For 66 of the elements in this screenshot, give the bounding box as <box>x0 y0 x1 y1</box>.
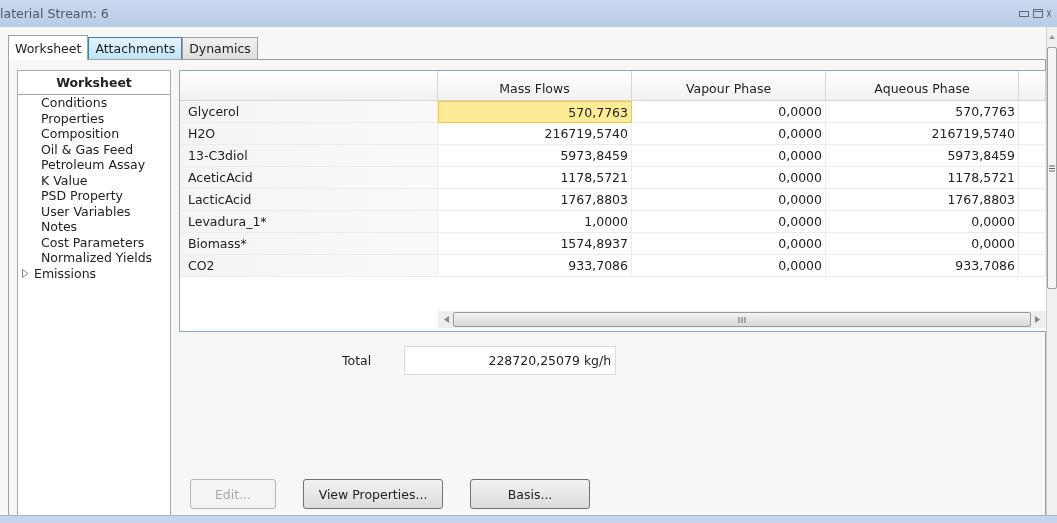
maximize-icon[interactable] <box>1033 9 1043 18</box>
tab[interactable]: Worksheet <box>8 35 89 60</box>
table-cell[interactable]: 1767,8803 <box>826 189 1019 211</box>
sidebar-item[interactable]: Cost Parameters <box>18 234 170 250</box>
row-header: AceticAcid <box>180 167 438 189</box>
table-cell[interactable]: 0,0000 <box>632 167 826 189</box>
table-cell[interactable]: 570,7763 <box>438 101 632 123</box>
minimize-icon[interactable] <box>1019 10 1029 17</box>
table-cell[interactable]: 5973,8459 <box>826 145 1019 167</box>
table-cell[interactable]: 0,0000 <box>632 255 826 277</box>
row-header: CO2 <box>180 255 438 277</box>
row-header: Levadura_1* <box>180 211 438 233</box>
tab[interactable]: Dynamics <box>182 37 258 59</box>
table-cell[interactable]: 0,0000 <box>632 211 826 233</box>
table-cell[interactable]: 0,0000 <box>632 233 826 255</box>
table-cell[interactable]: 933,7086 <box>438 255 632 277</box>
row-header: 13-C3diol <box>180 145 438 167</box>
row-header: Glycerol <box>180 101 438 123</box>
row-header: Biomass* <box>180 233 438 255</box>
table-cell[interactable]: 0,0000 <box>632 145 826 167</box>
table-cell[interactable]: 0,0000 <box>632 101 826 123</box>
sidebar-item[interactable]: Conditions <box>18 95 170 111</box>
table-cell[interactable]: 0,0000 <box>632 189 826 211</box>
table-cell[interactable]: 216719,5740 <box>826 123 1019 145</box>
expand-icon[interactable] <box>22 268 29 278</box>
sidebar-item[interactable]: Properties <box>18 110 170 126</box>
sidebar-item[interactable]: Normalized Yields <box>18 250 170 266</box>
sidebar-item[interactable]: Petroleum Assay <box>18 157 170 173</box>
table-cell[interactable]: 1178,5721 <box>826 167 1019 189</box>
table-cell[interactable]: 1,0000 <box>438 211 632 233</box>
scroll-up-icon[interactable] <box>1049 35 1055 39</box>
table-cell[interactable]: 216719,5740 <box>438 123 632 145</box>
horizontal-scrollbar[interactable] <box>438 311 1046 328</box>
table-cell[interactable]: 0,0000 <box>826 233 1019 255</box>
row-header: LacticAcid <box>180 189 438 211</box>
sidebar-item[interactable]: K Value <box>18 172 170 188</box>
action-button[interactable]: Basis... <box>470 479 590 509</box>
scroll-left-icon[interactable] <box>444 316 449 323</box>
table-cell[interactable]: 570,7763 <box>826 101 1019 123</box>
sidebar-item[interactable]: Notes <box>18 219 170 235</box>
sidebar-item[interactable]: PSD Property <box>18 188 170 204</box>
grip-icon <box>1049 164 1055 172</box>
scroll-right-icon[interactable] <box>1035 316 1040 323</box>
table-cell[interactable]: 0,0000 <box>826 211 1019 233</box>
vertical-scrollbar[interactable] <box>1046 27 1057 515</box>
close-icon[interactable] <box>1047 9 1051 18</box>
column-header[interactable]: Vapour Phase <box>632 71 826 101</box>
table-cell[interactable]: 1767,8803 <box>438 189 632 211</box>
sidebar-item[interactable]: Composition <box>18 126 170 142</box>
row-header: H2O <box>180 123 438 145</box>
sidebar-item[interactable]: Emissions <box>34 265 97 281</box>
total-field[interactable]: 228720,25079 kg/h <box>404 346 617 375</box>
column-header[interactable]: Aqueous Phase <box>826 71 1019 101</box>
grip-icon <box>738 316 746 323</box>
tab[interactable]: Attachments <box>88 37 183 59</box>
sidebar-item[interactable]: User Variables <box>18 203 170 219</box>
table-cell[interactable]: 1574,8937 <box>438 233 632 255</box>
table-cell[interactable]: 0,0000 <box>632 123 826 145</box>
table-cell[interactable]: 5973,8459 <box>438 145 632 167</box>
sidebar-item[interactable]: Oil & Gas Feed <box>18 141 170 157</box>
window-title: laterial Stream: 6 <box>0 6 109 21</box>
table-cell[interactable]: 1178,5721 <box>438 167 632 189</box>
sidebar-title: Worksheet <box>18 71 170 95</box>
action-button[interactable]: View Properties... <box>303 479 443 509</box>
total-label: Total <box>342 353 372 368</box>
table-cell[interactable]: 933,7086 <box>826 255 1019 277</box>
